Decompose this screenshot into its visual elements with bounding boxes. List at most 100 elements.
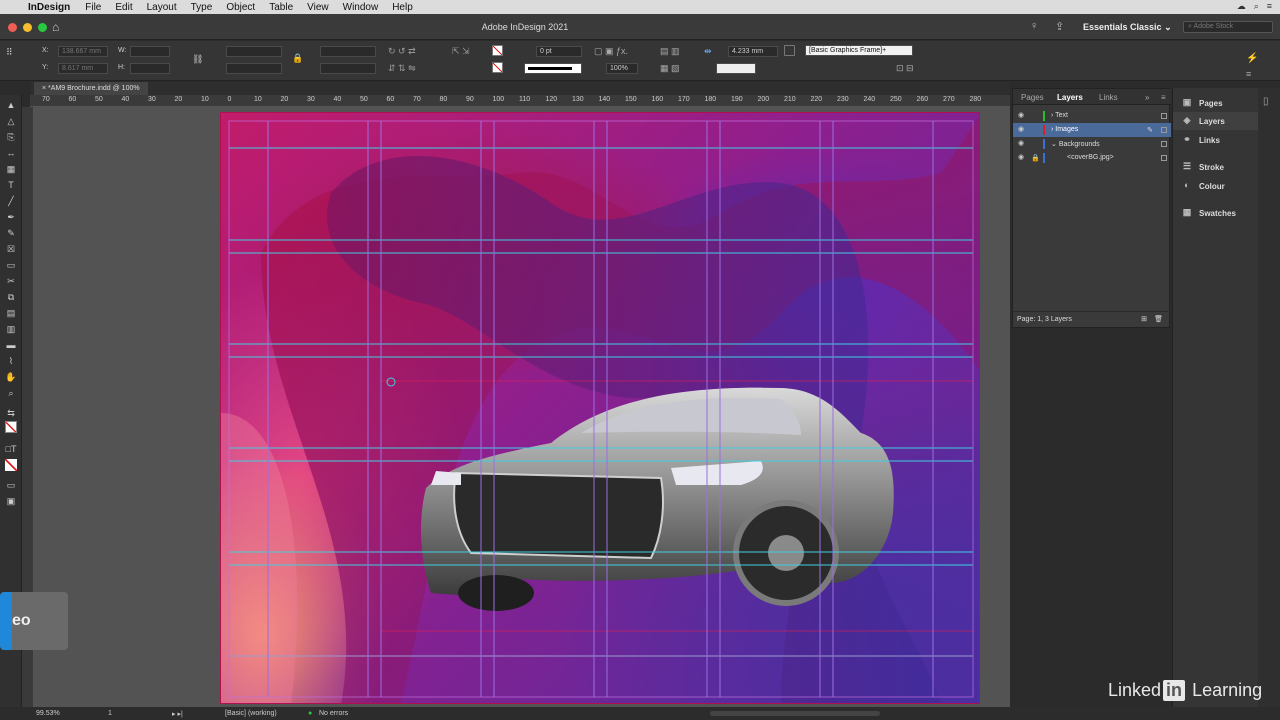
rotate-icon[interactable]: ↻ ↺ ⇄ bbox=[388, 46, 416, 57]
zoom-tool-icon[interactable]: ⌕ bbox=[5, 387, 17, 399]
lock-icon[interactable]: 🔒 bbox=[1031, 154, 1040, 162]
panel-menu-icon[interactable]: ≡ bbox=[1246, 69, 1251, 79]
selection-tool-icon[interactable]: ▲ bbox=[5, 99, 17, 111]
visibility-eye-icon[interactable]: ◉ bbox=[1018, 153, 1024, 161]
stroke-color-field[interactable] bbox=[716, 63, 756, 74]
search-icon[interactable]: ⌕ bbox=[1254, 1, 1259, 12]
fitting-icons[interactable]: ▢ ▣ ƒx. bbox=[594, 46, 628, 57]
scale-percent-field[interactable]: 100% bbox=[606, 63, 638, 74]
control-center-icon[interactable]: ≡ bbox=[1267, 1, 1272, 12]
menu-layout[interactable]: Layout bbox=[140, 2, 184, 13]
visibility-eye-icon[interactable]: ◉ bbox=[1018, 125, 1024, 133]
page-nav-icons[interactable]: ▸ ▸| bbox=[172, 710, 183, 718]
screen-mode-icon[interactable]: ▭ bbox=[5, 479, 17, 491]
tab-layers[interactable]: Layers bbox=[1057, 93, 1083, 102]
eyedropper-tool-icon[interactable]: ⌇ bbox=[5, 355, 17, 367]
layer-select-square[interactable] bbox=[1161, 155, 1167, 161]
free-transform-tool-icon[interactable]: ⧉ bbox=[5, 291, 17, 303]
collapse-panel-icon[interactable]: » bbox=[1145, 93, 1149, 102]
layer-select-square[interactable] bbox=[1161, 113, 1167, 119]
horizontal-ruler[interactable]: 70 60 50 40 30 20 10 0 10 20 30 40 50 60 70 80 90 100 110 1… bbox=[30, 95, 1010, 107]
preflight-profile[interactable]: [Basic] (working) bbox=[225, 710, 277, 717]
menu-object[interactable]: Object bbox=[219, 2, 262, 13]
line-tool-icon[interactable]: ╱ bbox=[5, 195, 17, 207]
car-image[interactable] bbox=[420, 387, 894, 611]
new-layer-icon[interactable]: ⊞ bbox=[1141, 315, 1147, 323]
gap-field[interactable]: 4.233 mm bbox=[728, 46, 778, 57]
horizontal-scrollbar[interactable] bbox=[710, 711, 880, 716]
panel-menu-icon[interactable]: ≡ bbox=[1161, 93, 1166, 102]
y-field[interactable]: 8.617 mm bbox=[58, 63, 108, 74]
creative-cloud-icon[interactable]: ☁ bbox=[1237, 1, 1246, 12]
scale-x-field[interactable] bbox=[226, 46, 282, 57]
tab-links[interactable]: Links bbox=[1099, 93, 1118, 102]
dock-item-colour[interactable]: ◐ Colour bbox=[1173, 177, 1265, 195]
dock-item-layers[interactable]: ◈ Layers bbox=[1173, 112, 1265, 130]
x-field[interactable]: 138.667 mm bbox=[58, 46, 108, 57]
tab-pages[interactable]: Pages bbox=[1021, 93, 1044, 102]
scale-y-field[interactable] bbox=[226, 63, 282, 74]
stroke-swatch[interactable] bbox=[492, 62, 503, 73]
properties-icon[interactable]: ▯ bbox=[1263, 96, 1269, 107]
quick-apply-icon[interactable]: ⊡ ⊟ bbox=[896, 63, 914, 74]
delete-layer-icon[interactable]: 🗑 bbox=[1154, 315, 1163, 323]
layer-row-coverbg[interactable]: ◉ 🔒 <coverBG.jpg> bbox=[1013, 151, 1171, 165]
gap-tool-icon[interactable]: ↔ bbox=[5, 147, 17, 159]
hand-tool-icon[interactable]: ✋ bbox=[5, 371, 17, 383]
layer-select-square[interactable] bbox=[1161, 127, 1167, 133]
object-style-select[interactable]: [Basic Graphics Frame]+ bbox=[805, 45, 913, 56]
scissors-tool-icon[interactable]: ✂ bbox=[5, 275, 17, 287]
content-collector-icon[interactable]: ▦ bbox=[5, 163, 17, 175]
constrain-proportions-icon[interactable]: ⛓ bbox=[192, 54, 203, 65]
dock-item-swatches[interactable]: ▦ Swatches bbox=[1173, 204, 1265, 222]
menu-help[interactable]: Help bbox=[385, 2, 420, 13]
document-tab[interactable]: × *AM9 Brochure.indd @ 100% bbox=[34, 82, 148, 95]
layer-row-text[interactable]: ◉ › Text bbox=[1013, 109, 1171, 123]
menu-edit[interactable]: Edit bbox=[108, 2, 139, 13]
layer-select-square[interactable] bbox=[1161, 141, 1167, 147]
gradient-tool-icon[interactable]: ▤ bbox=[5, 307, 17, 319]
menu-window[interactable]: Window bbox=[336, 2, 386, 13]
reference-point-icon[interactable]: ⠿ bbox=[6, 47, 13, 58]
adobe-stock-search[interactable]: ⌕ Adobe Stock bbox=[1183, 21, 1273, 33]
share-icon[interactable]: ⇪ bbox=[1055, 20, 1064, 33]
page-number[interactable]: 1 bbox=[108, 710, 112, 717]
dock-item-links[interactable]: ⚭ Links bbox=[1173, 131, 1265, 149]
workspace-switcher[interactable]: Essentials Classic ⌄ bbox=[1083, 22, 1172, 33]
dock-item-stroke[interactable]: ☰ Stroke bbox=[1173, 158, 1265, 176]
lightning-icon[interactable]: ⚡ bbox=[1246, 53, 1258, 64]
type-tool-icon[interactable]: T bbox=[5, 179, 17, 191]
document-page[interactable] bbox=[220, 112, 980, 704]
rectangle-tool-icon[interactable]: ▭ bbox=[5, 259, 17, 271]
gradient-feather-tool-icon[interactable]: ▥ bbox=[5, 323, 17, 335]
rectangle-frame-tool-icon[interactable]: ☒ bbox=[5, 243, 17, 255]
distribute-icons[interactable]: ▦ ▧ bbox=[660, 63, 680, 74]
apply-none-icon[interactable] bbox=[5, 459, 17, 471]
fill-stroke-swatch[interactable] bbox=[5, 421, 17, 433]
fill-swatch[interactable] bbox=[492, 45, 503, 56]
menu-type[interactable]: Type bbox=[184, 2, 220, 13]
pen-tool-icon[interactable]: ✒ bbox=[5, 211, 17, 223]
layer-row-backgrounds[interactable]: ◉ ⌄ Backgrounds bbox=[1013, 137, 1171, 151]
close-tab-icon[interactable]: × bbox=[42, 85, 46, 92]
lightbulb-icon[interactable]: ♀ bbox=[1030, 20, 1038, 32]
menu-app-name[interactable]: InDesign bbox=[28, 2, 78, 13]
formatting-affects-container-icon[interactable]: □T bbox=[5, 443, 17, 455]
h-field[interactable] bbox=[130, 63, 170, 74]
stroke-weight-field[interactable]: 0 pt bbox=[536, 46, 582, 57]
swap-fill-stroke-icon[interactable]: ⇆ bbox=[5, 407, 17, 419]
menu-view[interactable]: View bbox=[300, 2, 336, 13]
frame-fitting-icon[interactable] bbox=[784, 45, 795, 56]
align-icons[interactable]: ▤ ▥ bbox=[660, 46, 680, 57]
note-tool-icon[interactable]: ▬ bbox=[5, 339, 17, 351]
page-tool-icon[interactable]: ⎘ bbox=[5, 131, 17, 143]
menu-file[interactable]: File bbox=[78, 2, 108, 13]
shear-field[interactable] bbox=[320, 63, 376, 74]
layer-row-images[interactable]: ◉ › Images ✎ bbox=[1013, 123, 1171, 137]
visibility-eye-icon[interactable]: ◉ bbox=[1018, 111, 1024, 119]
gap-icon[interactable]: ⇹ bbox=[704, 46, 712, 57]
preflight-errors[interactable]: No errors bbox=[319, 710, 348, 717]
preview-mode-icon[interactable]: ▣ bbox=[5, 495, 17, 507]
menu-table[interactable]: Table bbox=[262, 2, 300, 13]
visibility-eye-icon[interactable]: ◉ bbox=[1018, 139, 1024, 147]
